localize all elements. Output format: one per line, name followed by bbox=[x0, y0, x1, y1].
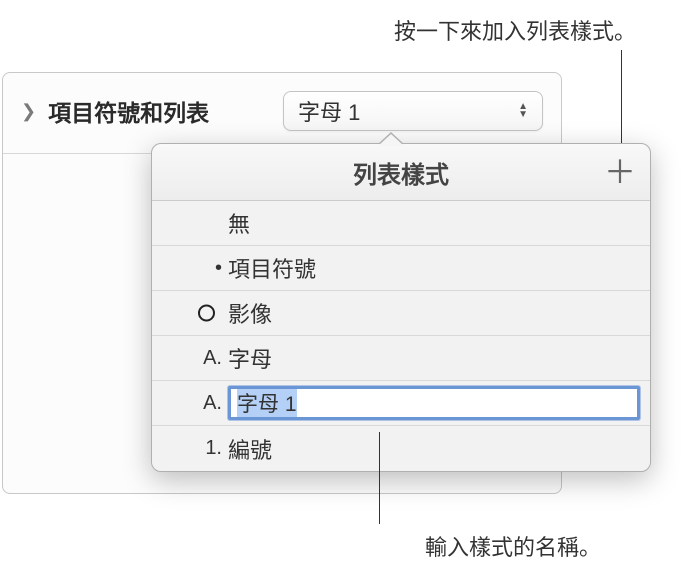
style-label: 影像 bbox=[228, 297, 272, 329]
style-list: 無 • 項目符號 影像 A. 字母 A. 1. 編號 bbox=[152, 201, 650, 471]
callout-line-bottom bbox=[379, 432, 380, 524]
style-item-bullet[interactable]: • 項目符號 bbox=[152, 246, 650, 291]
letter-icon: A. bbox=[188, 347, 222, 370]
list-style-popover: 列表樣式 ＋ 無 • 項目符號 影像 A. 字母 A. 1. 編號 bbox=[151, 143, 651, 472]
bullets-lists-label: 項目符號和列表 bbox=[48, 94, 209, 128]
style-item-image[interactable]: 影像 bbox=[152, 291, 650, 336]
chevron-updown-icon: ▲▼ bbox=[518, 104, 528, 118]
disclosure-chevron-icon[interactable]: ❯ bbox=[21, 101, 36, 122]
style-item-none[interactable]: 無 bbox=[152, 201, 650, 246]
style-item-letter1-editing[interactable]: A. bbox=[152, 381, 650, 426]
style-label: 項目符號 bbox=[228, 252, 316, 284]
letter-icon: A. bbox=[188, 392, 222, 415]
callout-add-style: 按一下來加入列表樣式。 bbox=[394, 14, 636, 46]
number-icon: 1. bbox=[188, 437, 222, 460]
dropdown-value: 字母 1 bbox=[298, 95, 360, 127]
style-label: 無 bbox=[228, 207, 250, 239]
style-name-input[interactable] bbox=[228, 386, 640, 420]
style-item-letter[interactable]: A. 字母 bbox=[152, 336, 650, 381]
popover-header: 列表樣式 ＋ bbox=[152, 144, 650, 201]
image-bullet-icon bbox=[198, 305, 215, 322]
style-label: 字母 bbox=[228, 342, 272, 374]
list-style-dropdown[interactable]: 字母 1 ▲▼ bbox=[283, 91, 543, 131]
callout-enter-name: 輸入樣式的名稱。 bbox=[425, 530, 601, 562]
bullet-icon: • bbox=[188, 257, 222, 280]
popover-title: 列表樣式 bbox=[353, 155, 449, 190]
style-item-numbered[interactable]: 1. 編號 bbox=[152, 426, 650, 471]
add-style-button[interactable]: ＋ bbox=[604, 156, 636, 188]
bullets-lists-row: ❯ 項目符號和列表 字母 1 ▲▼ bbox=[3, 73, 561, 154]
style-label: 編號 bbox=[228, 433, 272, 465]
